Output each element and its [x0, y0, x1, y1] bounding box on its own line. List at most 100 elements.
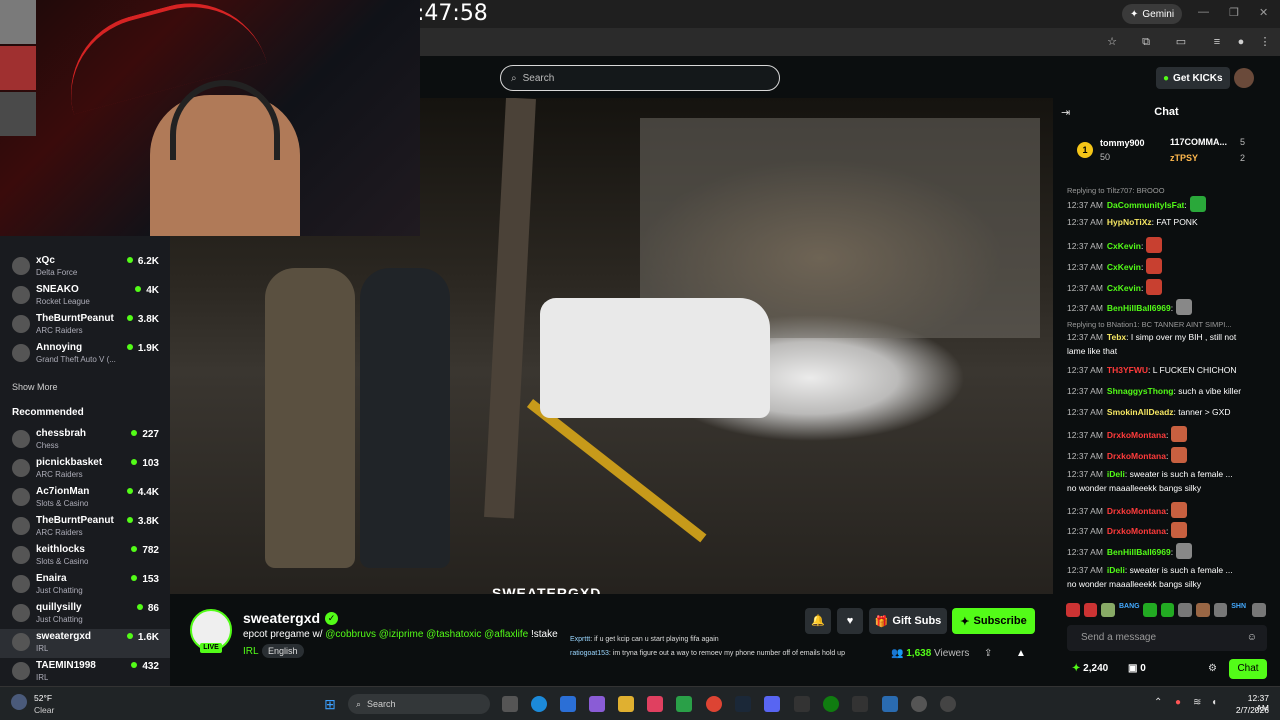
- maximize-icon[interactable]: ❐: [1229, 6, 1239, 19]
- chat-emote[interactable]: [1189, 196, 1206, 212]
- reading-list-icon[interactable]: ≡: [1210, 35, 1224, 49]
- file-explorer-icon[interactable]: [618, 696, 634, 712]
- cast-icon[interactable]: ▭: [1174, 35, 1188, 49]
- sidebar-channel-sweatergxd[interactable]: sweatergxd IRL 1.6K: [0, 629, 170, 658]
- send-chat-button[interactable]: Chat: [1229, 659, 1267, 679]
- share-icon[interactable]: ⇪: [984, 648, 992, 659]
- wifi-icon[interactable]: ≋: [1193, 697, 1201, 708]
- menu-kebab-icon[interactable]: ⋮: [1258, 35, 1272, 49]
- chat-username[interactable]: DrxkoMontana: [1107, 526, 1166, 536]
- chrome-icon[interactable]: [706, 696, 722, 712]
- tray-chevron-icon[interactable]: ⌃: [1154, 697, 1162, 708]
- report-icon[interactable]: ▲: [1016, 648, 1026, 659]
- chat-emote[interactable]: [1171, 522, 1188, 538]
- gift-counter[interactable]: ▣ 0: [1128, 663, 1146, 674]
- sidebar-channel-sneako[interactable]: SNEAKO Rocket League 4K: [0, 282, 170, 311]
- mention-link[interactable]: @cobbruvs: [325, 629, 376, 640]
- category-link[interactable]: IRL: [243, 646, 259, 657]
- minimize-icon[interactable]: —: [1198, 6, 1209, 18]
- app-icon[interactable]: [794, 696, 810, 712]
- close-icon[interactable]: ✕: [1259, 6, 1268, 19]
- app-icon[interactable]: [852, 696, 868, 712]
- sidebar-channel-quillysilly[interactable]: quillysilly Just Chatting 86: [0, 600, 170, 629]
- kick-points[interactable]: ✦ 2,240: [1072, 663, 1108, 674]
- sidebar-channel-chessbrah[interactable]: chessbrah Chess 227: [0, 426, 170, 455]
- outlook-icon[interactable]: [560, 696, 576, 712]
- discord-icon[interactable]: [764, 696, 780, 712]
- chat-username[interactable]: TH3YFWU: [1107, 365, 1148, 375]
- channel-name[interactable]: sweatergxd: [243, 610, 320, 626]
- subscribe-button[interactable]: ✦ Subscribe: [952, 608, 1035, 634]
- chat-username[interactable]: BenHillBall6969: [1107, 547, 1171, 557]
- app-icon[interactable]: [676, 696, 692, 712]
- chat-username[interactable]: CxKevin: [1107, 241, 1141, 251]
- edge-icon[interactable]: [531, 696, 547, 712]
- chat-message-input[interactable]: Send a message ☺: [1067, 625, 1267, 651]
- chat-settings-icon[interactable]: ⚙: [1208, 663, 1217, 674]
- photos-icon[interactable]: [882, 696, 898, 712]
- chat-username[interactable]: iDeli: [1107, 565, 1125, 575]
- xbox-icon[interactable]: [823, 696, 839, 712]
- leaderboard-user[interactable]: zTPSY: [1170, 153, 1198, 163]
- sidebar-channel-taemin1998[interactable]: TAEMIN1998 IRL 432: [0, 658, 170, 686]
- chat-username[interactable]: SmokinAllDeadz: [1107, 407, 1174, 417]
- chat-username[interactable]: CxKevin: [1107, 283, 1141, 293]
- get-kicks-button[interactable]: ● Get KICKs: [1156, 67, 1230, 89]
- notification-bell-button[interactable]: 🔔: [805, 608, 831, 634]
- chat-username[interactable]: CxKevin: [1107, 262, 1141, 272]
- emote-bang[interactable]: BANG: [1119, 603, 1140, 617]
- sidebar-channel-annoying[interactable]: Annoying Grand Theft Auto V (... 1.9K: [0, 340, 170, 369]
- volume-icon[interactable]: ◖: [1211, 697, 1217, 708]
- chat-emote[interactable]: [1146, 237, 1163, 253]
- sidebar-channel-theburntpeanut[interactable]: TheBurntPeanut ARC Raiders 3.8K: [0, 311, 170, 340]
- taskbar-search[interactable]: ⌕ Search: [348, 694, 490, 714]
- sidebar-channel-theburntpeanut-rec[interactable]: TheBurntPeanut ARC Raiders 3.8K: [0, 513, 170, 542]
- chat-username[interactable]: DrxkoMontana: [1107, 506, 1166, 516]
- mention-link[interactable]: @tashatoxic: [426, 629, 481, 640]
- obs-icon[interactable]: [911, 696, 927, 712]
- sidebar-channel-picnickbasket[interactable]: picnickbasket ARC Raiders 103: [0, 455, 170, 484]
- chat-emote[interactable]: [1146, 279, 1163, 295]
- task-view-icon[interactable]: [502, 696, 518, 712]
- mention-link[interactable]: @iziprime: [379, 629, 424, 640]
- sidebar-channel-ac7ionman[interactable]: Ac7ionMan Slots & Casino 4.4K: [0, 484, 170, 513]
- sidebar-channel-xqc[interactable]: xQc Delta Force 6.2K: [0, 253, 170, 282]
- leaderboard-user[interactable]: tommy900: [1100, 138, 1145, 148]
- extensions-icon[interactable]: ⧉: [1139, 35, 1153, 49]
- chat-emote[interactable]: [1171, 502, 1188, 518]
- emoji-icon[interactable]: ☺: [1247, 625, 1257, 651]
- bookmark-star-icon[interactable]: ☆: [1105, 35, 1119, 49]
- chat-emote[interactable]: [1176, 543, 1193, 559]
- steam-icon[interactable]: [735, 696, 751, 712]
- chat-emote[interactable]: [1176, 299, 1193, 315]
- chat-username[interactable]: iDeli: [1107, 469, 1125, 479]
- microphone-icon[interactable]: ●: [1175, 697, 1181, 708]
- chat-username[interactable]: Tebx: [1107, 332, 1126, 342]
- search-input[interactable]: ⌕ Search: [500, 65, 780, 91]
- chat-username[interactable]: HypNoTiXz: [1107, 217, 1152, 227]
- profile-icon[interactable]: ●: [1234, 35, 1248, 49]
- app-icon[interactable]: [940, 696, 956, 712]
- emote-shn[interactable]: SHN: [1231, 603, 1248, 617]
- user-avatar[interactable]: [1234, 68, 1254, 88]
- weather-temp[interactable]: 52°F: [34, 693, 52, 703]
- copilot-icon[interactable]: [589, 696, 605, 712]
- chat-username[interactable]: BenHillBall6969: [1107, 303, 1171, 313]
- windows-start-icon[interactable]: ⊞: [322, 696, 338, 712]
- language-tag[interactable]: English: [262, 644, 304, 658]
- sidebar-channel-keithlocks[interactable]: keithlocks Slots & Casino 782: [0, 542, 170, 571]
- weather-moon-icon[interactable]: [11, 694, 27, 710]
- music-icon[interactable]: [647, 696, 663, 712]
- leaderboard-user[interactable]: 117COMMA...: [1170, 137, 1227, 147]
- tray-date[interactable]: 2/7/2026: [1224, 705, 1269, 715]
- chat-username[interactable]: ShnaggysThong: [1107, 386, 1174, 396]
- chat-emote[interactable]: [1171, 426, 1188, 442]
- chat-username[interactable]: DrxkoMontana: [1107, 430, 1166, 440]
- chat-username[interactable]: DrxkoMontana: [1107, 451, 1166, 461]
- sidebar-channel-enaira[interactable]: Enaira Just Chatting 153: [0, 571, 170, 600]
- chat-emote[interactable]: [1171, 447, 1188, 463]
- chat-emote[interactable]: [1146, 258, 1163, 274]
- gift-subs-button[interactable]: 🎁 Gift Subs: [869, 608, 947, 634]
- gemini-button[interactable]: ✦ Gemini: [1122, 4, 1183, 24]
- weather-desc[interactable]: Clear: [34, 705, 54, 715]
